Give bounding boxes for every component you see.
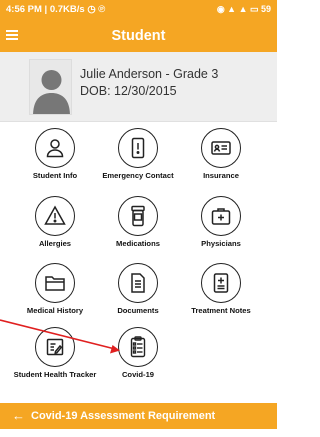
phone-alert-icon bbox=[118, 128, 158, 168]
tile-label: Allergies bbox=[38, 239, 72, 248]
annotation-arrow-icon bbox=[0, 319, 120, 354]
tile-insurance[interactable]: Insurance bbox=[178, 128, 264, 181]
tile-label: Student Health Tracker bbox=[13, 370, 97, 379]
status-left: 4:56 PM | 0.7KB/s ◷ ℗ bbox=[6, 4, 106, 15]
tile-medications[interactable]: Medications bbox=[95, 196, 181, 249]
avatar-silhouette-icon bbox=[30, 60, 71, 114]
card-icon bbox=[201, 128, 241, 168]
tile-label: Emergency Contact bbox=[102, 171, 174, 180]
status-right: ◉ ▲ ▲ ▭ 59 bbox=[216, 4, 271, 14]
student-dob: DOB: 12/30/2015 bbox=[80, 84, 177, 98]
page-title: Student bbox=[111, 28, 166, 44]
avatar bbox=[29, 59, 72, 115]
tile-medical-history[interactable]: Medical History bbox=[12, 263, 98, 316]
student-profile-card: Julie Anderson - Grade 3 DOB: 12/30/2015 bbox=[0, 52, 277, 122]
tile-allergies[interactable]: Allergies bbox=[12, 196, 98, 249]
banner-text: Covid-19 Assessment Requirement bbox=[31, 410, 216, 422]
tile-physicians[interactable]: Physicians bbox=[178, 196, 264, 249]
status-bar: 4:56 PM | 0.7KB/s ◷ ℗ ◉ ▲ ▲ ▭ 59 bbox=[0, 0, 277, 20]
tile-label: Student Info bbox=[32, 171, 78, 180]
clipboard-plus-icon bbox=[201, 263, 241, 303]
student-screen: 4:56 PM | 0.7KB/s ◷ ℗ ◉ ▲ ▲ ▭ 59 Student… bbox=[0, 0, 277, 437]
tile-label: Covid-19 bbox=[121, 370, 155, 379]
tile-documents[interactable]: Documents bbox=[95, 263, 181, 316]
tile-emergency-contact[interactable]: Emergency Contact bbox=[95, 128, 181, 181]
tile-label: Physicians bbox=[201, 239, 241, 248]
folder-icon bbox=[35, 263, 75, 303]
student-name: Julie Anderson - Grade 3 bbox=[80, 67, 219, 81]
tile-label: Medications bbox=[116, 239, 160, 248]
tile-label: Insurance bbox=[203, 171, 239, 180]
medical-bag-icon bbox=[201, 196, 241, 236]
tile-treatment-notes[interactable]: Treatment Notes bbox=[178, 263, 264, 316]
pill-bottle-icon bbox=[118, 196, 158, 236]
warning-icon bbox=[35, 196, 75, 236]
back-arrow-icon[interactable]: ← bbox=[12, 408, 25, 423]
covid-assessment-banner[interactable]: ← Covid-19 Assessment Requirement bbox=[0, 403, 277, 429]
person-icon bbox=[35, 128, 75, 168]
tile-label: Treatment Notes bbox=[191, 306, 251, 315]
document-icon bbox=[118, 263, 158, 303]
app-bar: Student bbox=[0, 20, 277, 52]
tile-student-info[interactable]: Student Info bbox=[12, 128, 98, 181]
